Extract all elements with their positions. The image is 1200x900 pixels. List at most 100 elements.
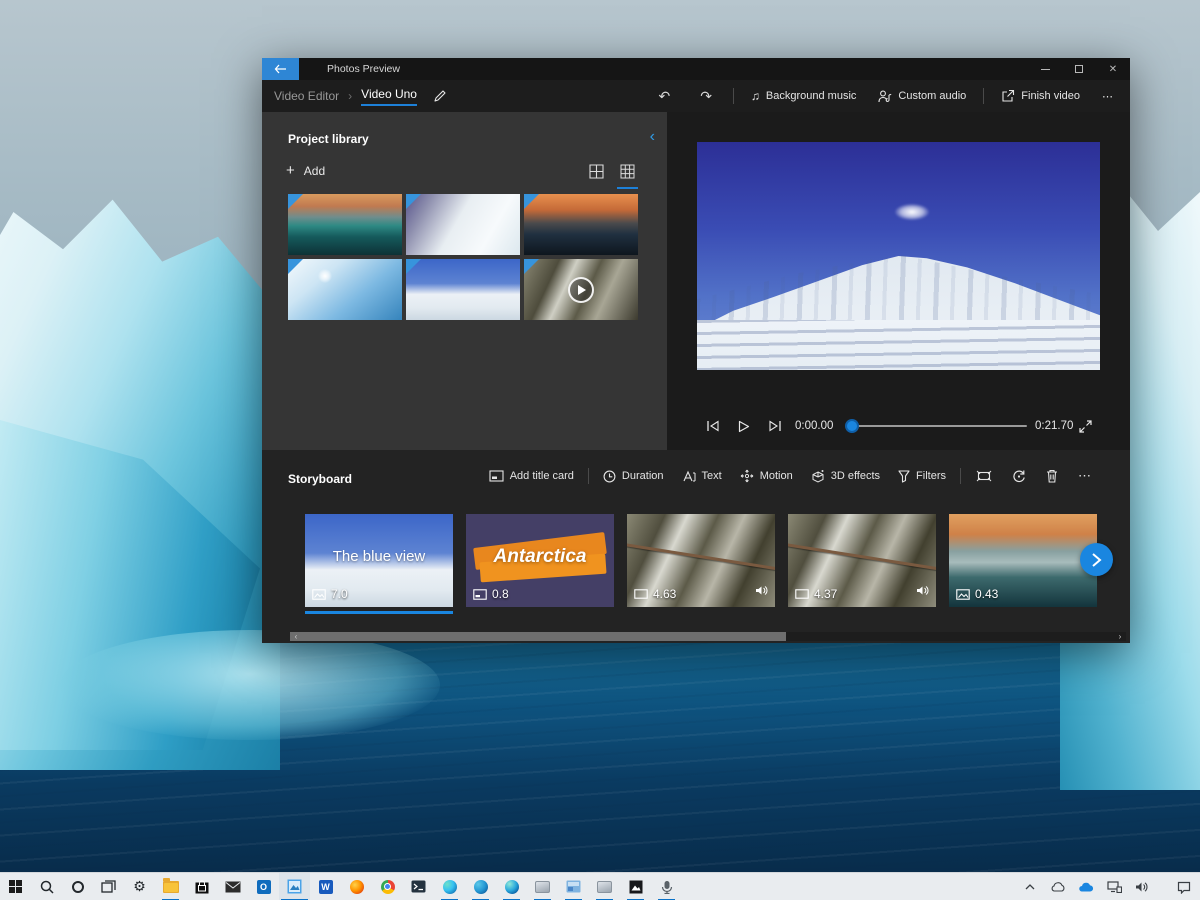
onedrive-button[interactable]: [1076, 873, 1096, 900]
rotate-button[interactable]: [1003, 463, 1035, 489]
start-button[interactable]: [0, 873, 31, 900]
library-thumb-snow-mountain[interactable]: [406, 259, 520, 320]
feedback-hub-button[interactable]: [651, 873, 682, 900]
undo-button[interactable]: ↶: [645, 88, 683, 105]
3d-effects-button[interactable]: 3D effects: [803, 463, 888, 489]
tray-expand-button[interactable]: [1020, 873, 1040, 900]
previous-frame-button[interactable]: [701, 414, 725, 438]
close-button[interactable]: ✕: [1096, 58, 1130, 80]
app-window-icon: [566, 880, 581, 893]
edge-beta-button[interactable]: [465, 873, 496, 900]
large-grid-view-button[interactable]: [587, 162, 606, 187]
search-button[interactable]: [31, 873, 62, 900]
title-card-icon: [473, 588, 487, 600]
library-thumb-iceberg-closeup[interactable]: [406, 194, 520, 255]
scrollbar-thumb[interactable]: [290, 632, 786, 641]
back-arrow-icon: [274, 64, 286, 74]
add-media-button[interactable]: + Add: [286, 162, 325, 179]
playback-controls: 0:00.00 0:21.70: [667, 410, 1130, 442]
motion-button[interactable]: Motion: [732, 463, 801, 489]
outlook-button[interactable]: O: [248, 873, 279, 900]
photos-icon: [287, 879, 302, 894]
custom-audio-label: Custom audio: [898, 90, 967, 102]
add-title-card-button[interactable]: Add title card: [481, 463, 582, 489]
chrome-button[interactable]: [372, 873, 403, 900]
clip-the-blue-view[interactable]: The blue view 7.0: [305, 514, 453, 607]
library-thumb-iceberg-sunset-teal[interactable]: [288, 194, 402, 255]
pencil-icon: [434, 90, 446, 102]
duration-button[interactable]: Duration: [595, 463, 672, 489]
volume-button[interactable]: [1132, 873, 1152, 900]
app-window-button[interactable]: [558, 873, 589, 900]
photos-legacy-button[interactable]: [620, 873, 651, 900]
desktop: Photos Preview ✕ Video Editor › Video Un…: [0, 0, 1200, 900]
word-button[interactable]: W: [310, 873, 341, 900]
titlebar[interactable]: Photos Preview ✕: [262, 58, 1130, 80]
back-button[interactable]: [262, 58, 299, 80]
minimize-button[interactable]: [1028, 58, 1062, 80]
app-generic-2-button[interactable]: [589, 873, 620, 900]
network-button[interactable]: [1104, 873, 1124, 900]
app-generic-icon: [597, 880, 612, 893]
filters-button[interactable]: Filters: [890, 463, 954, 489]
text-button[interactable]: Text: [674, 463, 730, 489]
clip-iceberg-sunset[interactable]: 0.43: [949, 514, 1097, 607]
windows-logo-icon: [9, 880, 22, 893]
maximize-button[interactable]: [1062, 58, 1096, 80]
toolbar-divider: [587, 468, 589, 484]
microsoft-store-button[interactable]: [186, 873, 217, 900]
seek-thumb[interactable]: [845, 419, 859, 433]
clip-duration-badge: 0.43: [956, 587, 998, 601]
firefox-button[interactable]: [341, 873, 372, 900]
toolbar-actions: ↶ ↷ ♫ Background music Custom audio Fini…: [645, 80, 1122, 112]
collapse-library-button[interactable]: ‹: [650, 128, 655, 146]
filter-icon: [898, 469, 910, 483]
scroll-left-arrow[interactable]: ‹: [291, 632, 301, 641]
mail-button[interactable]: [217, 873, 248, 900]
scroll-next-button[interactable]: [1080, 543, 1113, 576]
library-thumb-rocky-waterfall-video[interactable]: [524, 259, 638, 320]
trash-icon: [1047, 469, 1057, 483]
rename-project-button[interactable]: [433, 89, 447, 103]
finish-video-button[interactable]: Finish video: [992, 83, 1089, 109]
action-center-button[interactable]: [1174, 873, 1194, 900]
storyboard-scrollbar[interactable]: ‹ ›: [290, 632, 1126, 641]
settings-button[interactable]: ⚙: [124, 873, 155, 900]
resize-button[interactable]: [967, 463, 1001, 489]
breadcrumb-project-name[interactable]: Video Uno: [361, 87, 417, 106]
custom-audio-button[interactable]: Custom audio: [869, 83, 975, 109]
storyboard-more-button[interactable]: ⋯: [1069, 463, 1100, 489]
breadcrumb-video-editor[interactable]: Video Editor: [274, 89, 339, 103]
maximize-icon: [1075, 65, 1083, 73]
edge-button[interactable]: [434, 873, 465, 900]
scroll-right-arrow[interactable]: ›: [1115, 632, 1125, 641]
video-preview[interactable]: [697, 142, 1100, 370]
redo-button[interactable]: ↷: [687, 88, 725, 105]
play-button[interactable]: [732, 414, 756, 438]
more-options-button[interactable]: ⋯: [1093, 83, 1122, 109]
library-thumb-iceberg-sunset-dark[interactable]: [524, 194, 638, 255]
photos-app-button[interactable]: [279, 872, 310, 900]
task-view-button[interactable]: [93, 873, 124, 900]
toolbar-divider: [983, 88, 985, 104]
seek-bar[interactable]: [845, 419, 1027, 433]
total-time: 0:21.70: [1035, 420, 1074, 432]
background-music-button[interactable]: ♫ Background music: [742, 83, 866, 109]
clip-waterfall-video-2[interactable]: 4.37: [788, 514, 936, 607]
cortana-button[interactable]: [62, 873, 93, 900]
terminal-button[interactable]: [403, 873, 434, 900]
small-grid-view-button[interactable]: [617, 162, 638, 189]
storyboard-title: Storyboard: [288, 472, 353, 486]
app-generic-1-button[interactable]: [527, 873, 558, 900]
onedrive-status-button[interactable]: [1048, 873, 1068, 900]
edge-canary-button[interactable]: [496, 873, 527, 900]
clip-antarctica-title-card[interactable]: Antarctica 0.8: [466, 514, 614, 607]
delete-button[interactable]: [1037, 463, 1067, 489]
next-frame-button[interactable]: [763, 414, 787, 438]
speaker-icon: [1136, 882, 1148, 892]
library-thumb-iceberg-blue-slope[interactable]: [288, 259, 402, 320]
fullscreen-button[interactable]: [1073, 414, 1097, 438]
file-explorer-button[interactable]: [155, 873, 186, 900]
project-library-panel: Project library ‹ + Add: [262, 112, 667, 450]
clip-waterfall-video-1[interactable]: 4.63: [627, 514, 775, 607]
